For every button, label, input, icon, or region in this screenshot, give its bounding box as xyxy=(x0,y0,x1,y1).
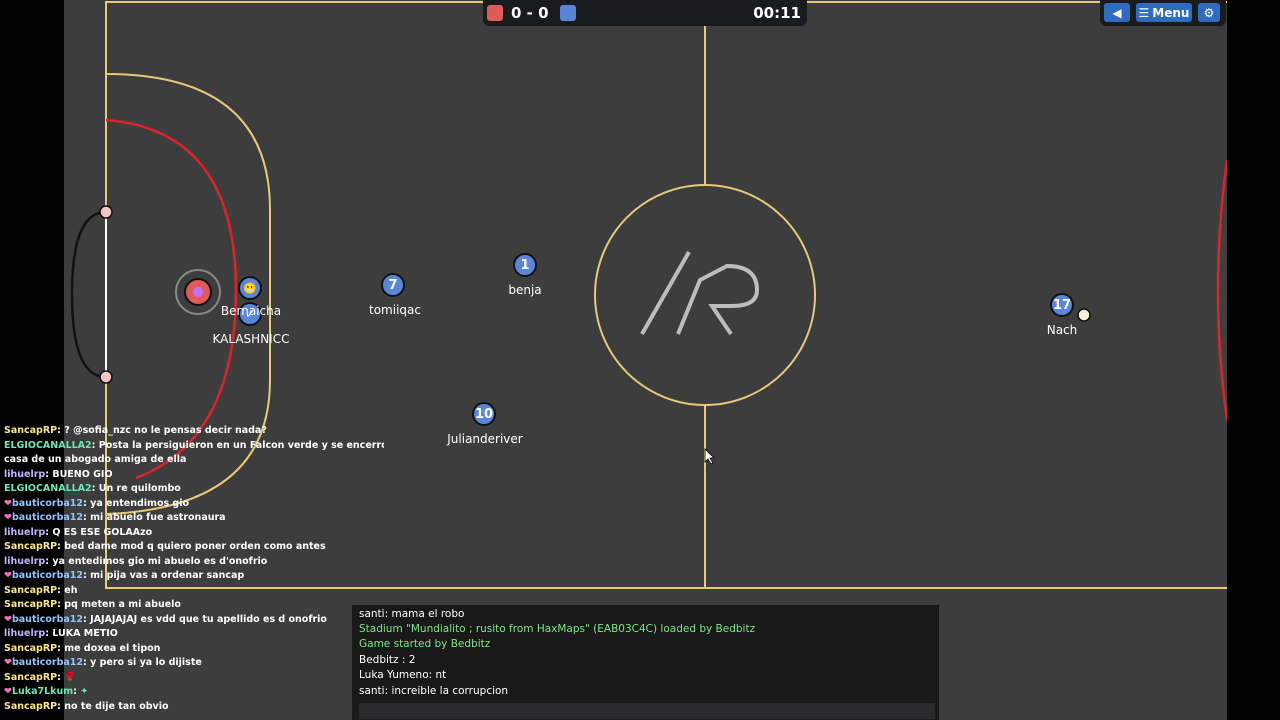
chat-message: SancapRP: no te dije tan obvio xyxy=(4,700,169,712)
menu-button[interactable]: ☰ Menu xyxy=(1136,3,1192,22)
chat-message: ❤bauticorba12: y pero si ya lo dijiste xyxy=(4,657,202,668)
console-line: Luka Yumeno: nt xyxy=(359,669,447,681)
player-name: Julianderiver xyxy=(447,432,523,446)
chat-message: ❤bauticorba12: mi abuelo fue astronaura xyxy=(4,512,226,523)
chat-message: SancapRP: me doxea el tipon xyxy=(4,642,161,654)
red-team-indicator xyxy=(487,5,503,21)
speaker-icon[interactable]: ◀ xyxy=(1104,3,1130,22)
chat-message: ❤Luka7Lkum: ✦ xyxy=(4,686,89,697)
chat-message: lihuelrp: LUKA METIO xyxy=(4,628,118,639)
player-blue: 10 xyxy=(472,402,496,426)
room-chat-log: SancapRP: ? @sofia_nzc no le pensas deci… xyxy=(4,424,384,714)
scoreboard: 0 - 0 00:11 xyxy=(483,0,807,26)
hamburger-icon: ☰ xyxy=(1138,5,1150,20)
chat-message: ❤bauticorba12: ya entendimos gio xyxy=(4,497,190,509)
chat-message: SancapRP: 🌹 xyxy=(4,671,77,683)
chat-message: lihuelrp: BUENO GIO xyxy=(4,468,113,480)
match-timer: 00:11 xyxy=(753,4,801,22)
center-logo xyxy=(640,251,760,336)
player-blue: 17 xyxy=(1050,293,1074,317)
chat-message: ELGIOCANALLA2: Posta la persiguieron en … xyxy=(4,439,384,451)
chat-message: SancapRP: pq meten a mi abuelo xyxy=(4,599,181,610)
chat-message: lihuelrp: Q ES ESE GOLAAzo xyxy=(4,526,153,538)
player-name: tomiiqac xyxy=(369,303,421,317)
chat-message: ELGIOCANALLA2: Un re quilombo xyxy=(4,483,181,494)
top-controls: ◀ ☰ Menu ⚙ xyxy=(1100,0,1226,26)
chat-message: lihuelrp: ya entedimos gio mi abuelo es … xyxy=(4,555,268,567)
game-console: santi: mama el robo Stadium "Mundialito … xyxy=(352,605,939,720)
chat-message: casa de un abogado amiga de ella xyxy=(4,454,187,465)
chat-input[interactable] xyxy=(359,703,935,719)
menu-label: Menu xyxy=(1152,5,1190,20)
console-line: santi: increible la corrupcion xyxy=(359,685,509,697)
player-blue: 7 xyxy=(381,273,405,297)
player-name: KALASHNICC xyxy=(212,332,290,346)
player-blue-bernaicha: 😬 xyxy=(238,276,262,300)
chat-message: ❤bauticorba12: JAJAJAJAJ es vdd que tu a… xyxy=(4,613,327,625)
chat-message: SancapRP: eh xyxy=(4,584,78,596)
console-line: Game started by Bedbitz xyxy=(359,638,491,650)
player-name: Bernaicha xyxy=(220,304,282,318)
chat-message: SancapRP: bed dame mod q quiero poner or… xyxy=(4,541,326,552)
score: 0 - 0 xyxy=(511,4,549,22)
chat-message: SancapRP: ? @sofia_nzc no le pensas deci… xyxy=(4,425,267,436)
console-line: Bedbitz : 2 xyxy=(359,654,416,666)
chat-message: ❤bauticorba12: mi pija vas a ordenar san… xyxy=(4,570,245,581)
console-line: Stadium "Mundialito ; rusito from HaxMap… xyxy=(359,623,756,635)
blue-team-indicator xyxy=(560,5,576,21)
player-name: benja xyxy=(508,283,542,297)
console-line: santi: mama el robo xyxy=(359,608,465,620)
gear-icon[interactable]: ⚙ xyxy=(1198,3,1220,22)
player-blue: 1 xyxy=(513,253,537,277)
player-name: Nach xyxy=(1046,323,1078,337)
